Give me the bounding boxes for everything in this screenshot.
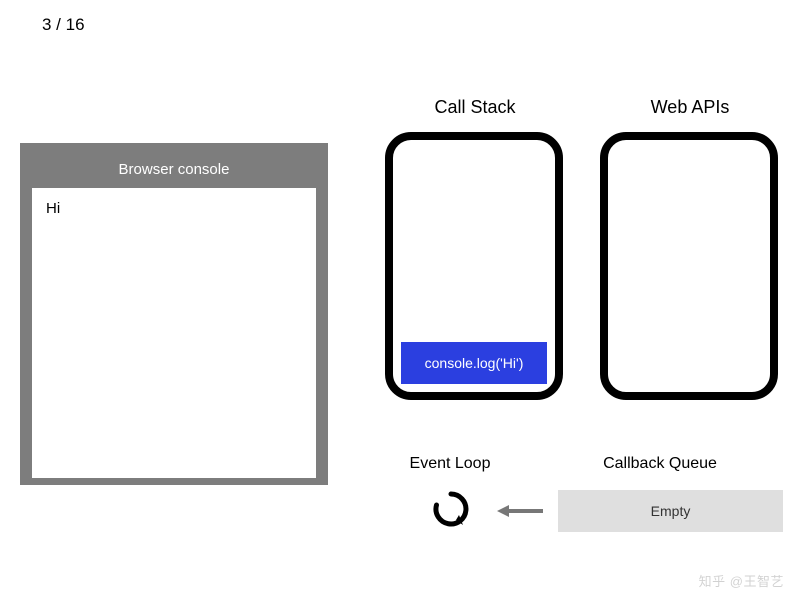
callback-queue-title: Callback Queue — [570, 455, 750, 473]
call-stack-box: console.log('Hi') — [385, 132, 563, 400]
stack-frame: console.log('Hi') — [401, 342, 547, 384]
watermark: 知乎 @王智艺 — [699, 571, 784, 590]
callback-queue-state: Empty — [651, 503, 691, 519]
browser-console-title: Browser console — [32, 155, 316, 188]
callback-queue-box: Empty — [558, 490, 783, 532]
web-apis-box — [600, 132, 778, 400]
browser-console-body: Hi — [32, 188, 316, 478]
event-loop-title: Event Loop — [385, 455, 515, 473]
web-apis-title: Web APIs — [600, 97, 780, 118]
watermark-handle: @王智艺 — [730, 574, 784, 589]
event-loop-icon — [432, 490, 470, 533]
call-stack-title: Call Stack — [385, 97, 565, 118]
page-counter: 3 / 16 — [42, 15, 85, 35]
browser-console: Browser console Hi — [20, 143, 328, 485]
watermark-site: 知乎 — [699, 574, 726, 589]
arrow-left-icon — [495, 502, 545, 525]
console-line: Hi — [46, 200, 302, 217]
